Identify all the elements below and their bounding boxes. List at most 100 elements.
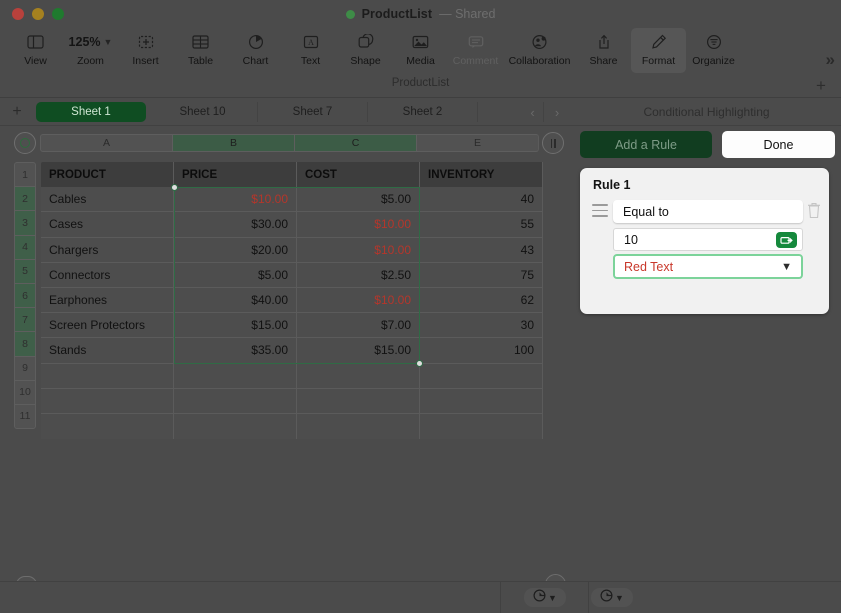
done-button[interactable]: Done: [722, 131, 835, 158]
cell-cost[interactable]: $10.00: [297, 287, 420, 314]
row-header-4[interactable]: 4: [14, 234, 36, 260]
main-toolbar: View 125% ▼ Zoom Insert Table Chart A Te…: [0, 28, 841, 73]
cell-cost[interactable]: $10.00: [297, 237, 420, 263]
cell-cost[interactable]: [297, 363, 420, 389]
sheet-tab-sheet-7[interactable]: Sheet 7: [258, 101, 368, 122]
cell-inventory[interactable]: 30: [420, 313, 543, 339]
column-header-a[interactable]: A: [40, 134, 173, 152]
cell-inventory[interactable]: 55: [420, 212, 543, 238]
add-sheet-top-button[interactable]: +: [811, 76, 831, 96]
cell-product[interactable]: [41, 388, 174, 414]
cell-inventory[interactable]: 62: [420, 287, 543, 314]
add-sheet-button[interactable]: +: [0, 103, 34, 121]
cell-price[interactable]: $5.00: [174, 262, 297, 288]
previous-sheet-icon[interactable]: ‹: [522, 102, 544, 122]
cell-inventory[interactable]: 75: [420, 262, 543, 288]
sheet-tab-sheet-10[interactable]: Sheet 10: [148, 101, 258, 122]
cell-cost[interactable]: [297, 413, 420, 440]
freeze-panes-button[interactable]: [542, 132, 564, 154]
sheet-tab-sheet-2[interactable]: Sheet 2: [368, 101, 478, 122]
toolbar-button-share[interactable]: Share: [576, 28, 631, 73]
table-row: Cables $10.00 $5.00 40: [41, 187, 568, 213]
toolbar-button-zoom[interactable]: 125% ▼ Zoom: [63, 28, 118, 73]
cell-product[interactable]: Screen Protectors: [41, 313, 174, 339]
chevron-down-icon: ▼: [548, 592, 557, 603]
table-row: Cases $30.00 $10.00 55: [41, 212, 568, 238]
table-select-all-button[interactable]: [14, 132, 36, 154]
sheet-zoom-button-left[interactable]: ▼: [524, 588, 566, 607]
cell-price[interactable]: [174, 413, 297, 440]
cell-inventory[interactable]: [420, 413, 543, 440]
cell-product[interactable]: Connectors: [41, 262, 174, 288]
rule-value-input[interactable]: 10: [613, 228, 803, 251]
row-header-10[interactable]: 10: [14, 379, 36, 405]
delete-rule-icon[interactable]: [807, 202, 821, 219]
cell-price[interactable]: $15.00: [174, 313, 297, 339]
row-header-6[interactable]: 6: [14, 282, 36, 309]
cell-inventory[interactable]: 100: [420, 338, 543, 364]
row-header-11[interactable]: 11: [14, 403, 36, 430]
cell-inventory[interactable]: [420, 388, 543, 414]
rule-condition-select[interactable]: Equal to: [613, 200, 803, 223]
toolbar-button-media[interactable]: Media: [393, 28, 448, 73]
cell-inventory[interactable]: [420, 363, 543, 389]
cell-price[interactable]: $20.00: [174, 237, 297, 263]
row-header-8[interactable]: 8: [14, 331, 36, 357]
toolbar-button-table[interactable]: Table: [173, 28, 228, 73]
cell-price[interactable]: $40.00: [174, 287, 297, 314]
cell-reference-icon[interactable]: [776, 232, 797, 248]
cell-price[interactable]: $35.00: [174, 338, 297, 364]
rule-drag-handle-icon[interactable]: [592, 204, 608, 217]
sheet-zoom-button-right[interactable]: ▼: [591, 588, 633, 607]
cell-product[interactable]: Stands: [41, 338, 174, 364]
column-header-b[interactable]: B: [172, 134, 295, 152]
cell-price[interactable]: $10.00: [174, 187, 297, 213]
cell-cost[interactable]: $2.50: [297, 262, 420, 288]
cell-product[interactable]: Cables: [41, 187, 174, 213]
header-cell-price[interactable]: PRICE: [174, 162, 297, 188]
cell-product[interactable]: Cases: [41, 212, 174, 238]
toolbar-button-shape[interactable]: Shape: [338, 28, 393, 73]
toolbar-button-collaboration[interactable]: Collaboration: [503, 28, 576, 73]
row-header-9[interactable]: 9: [14, 355, 36, 381]
cell-price[interactable]: $30.00: [174, 212, 297, 238]
panel-title: Conditional Highlighting: [643, 104, 770, 119]
cell-cost[interactable]: $10.00: [297, 212, 420, 238]
row-header-5[interactable]: 5: [14, 258, 36, 284]
sheet-tab-sheet-1[interactable]: Sheet 1: [36, 101, 146, 122]
cell-product[interactable]: [41, 413, 174, 440]
cell-cost[interactable]: $15.00: [297, 338, 420, 364]
header-cell-product[interactable]: PRODUCT: [41, 162, 174, 188]
toolbar-button-format[interactable]: Format: [631, 28, 686, 73]
header-cell-cost[interactable]: COST: [297, 162, 420, 188]
row-header-2[interactable]: 2: [14, 186, 36, 212]
column-header-c[interactable]: C: [294, 134, 417, 152]
toolbar-button-insert[interactable]: Insert: [118, 28, 173, 73]
row-header-1[interactable]: 1: [14, 162, 36, 188]
cell-cost[interactable]: [297, 388, 420, 414]
cell-inventory[interactable]: 43: [420, 237, 543, 263]
cell-cost[interactable]: $5.00: [297, 187, 420, 213]
toolbar-overflow-button[interactable]: »: [826, 50, 836, 70]
table-resize-handle[interactable]: [545, 574, 566, 581]
row-header-7[interactable]: 7: [14, 307, 36, 333]
sheet-canvas[interactable]: A B C E 1 2 3 4 5 6 7 8 9 10 11 PRODUCT …: [0, 126, 572, 581]
rule-style-select[interactable]: Red Text ▼: [613, 254, 803, 279]
cell-inventory[interactable]: 40: [420, 187, 543, 213]
toolbar-button-text[interactable]: A Text: [283, 28, 338, 73]
toolbar-button-chart[interactable]: Chart: [228, 28, 283, 73]
header-cell-inventory[interactable]: INVENTORY: [420, 162, 543, 188]
toolbar-button-organize[interactable]: Organize: [686, 28, 741, 73]
cell-price[interactable]: [174, 363, 297, 389]
cell-product[interactable]: Chargers: [41, 237, 174, 263]
cell-product[interactable]: [41, 363, 174, 389]
cell-cost[interactable]: $7.00: [297, 313, 420, 339]
next-sheet-icon[interactable]: ›: [546, 102, 568, 122]
add-a-rule-button[interactable]: Add a Rule: [580, 131, 712, 158]
toolbar-button-view[interactable]: View: [8, 28, 63, 73]
cell-product[interactable]: Earphones: [41, 287, 174, 314]
column-header-e[interactable]: E: [416, 134, 539, 152]
document-title[interactable]: ProductList: [362, 7, 433, 21]
row-header-3[interactable]: 3: [14, 210, 36, 236]
cell-price[interactable]: [174, 388, 297, 414]
